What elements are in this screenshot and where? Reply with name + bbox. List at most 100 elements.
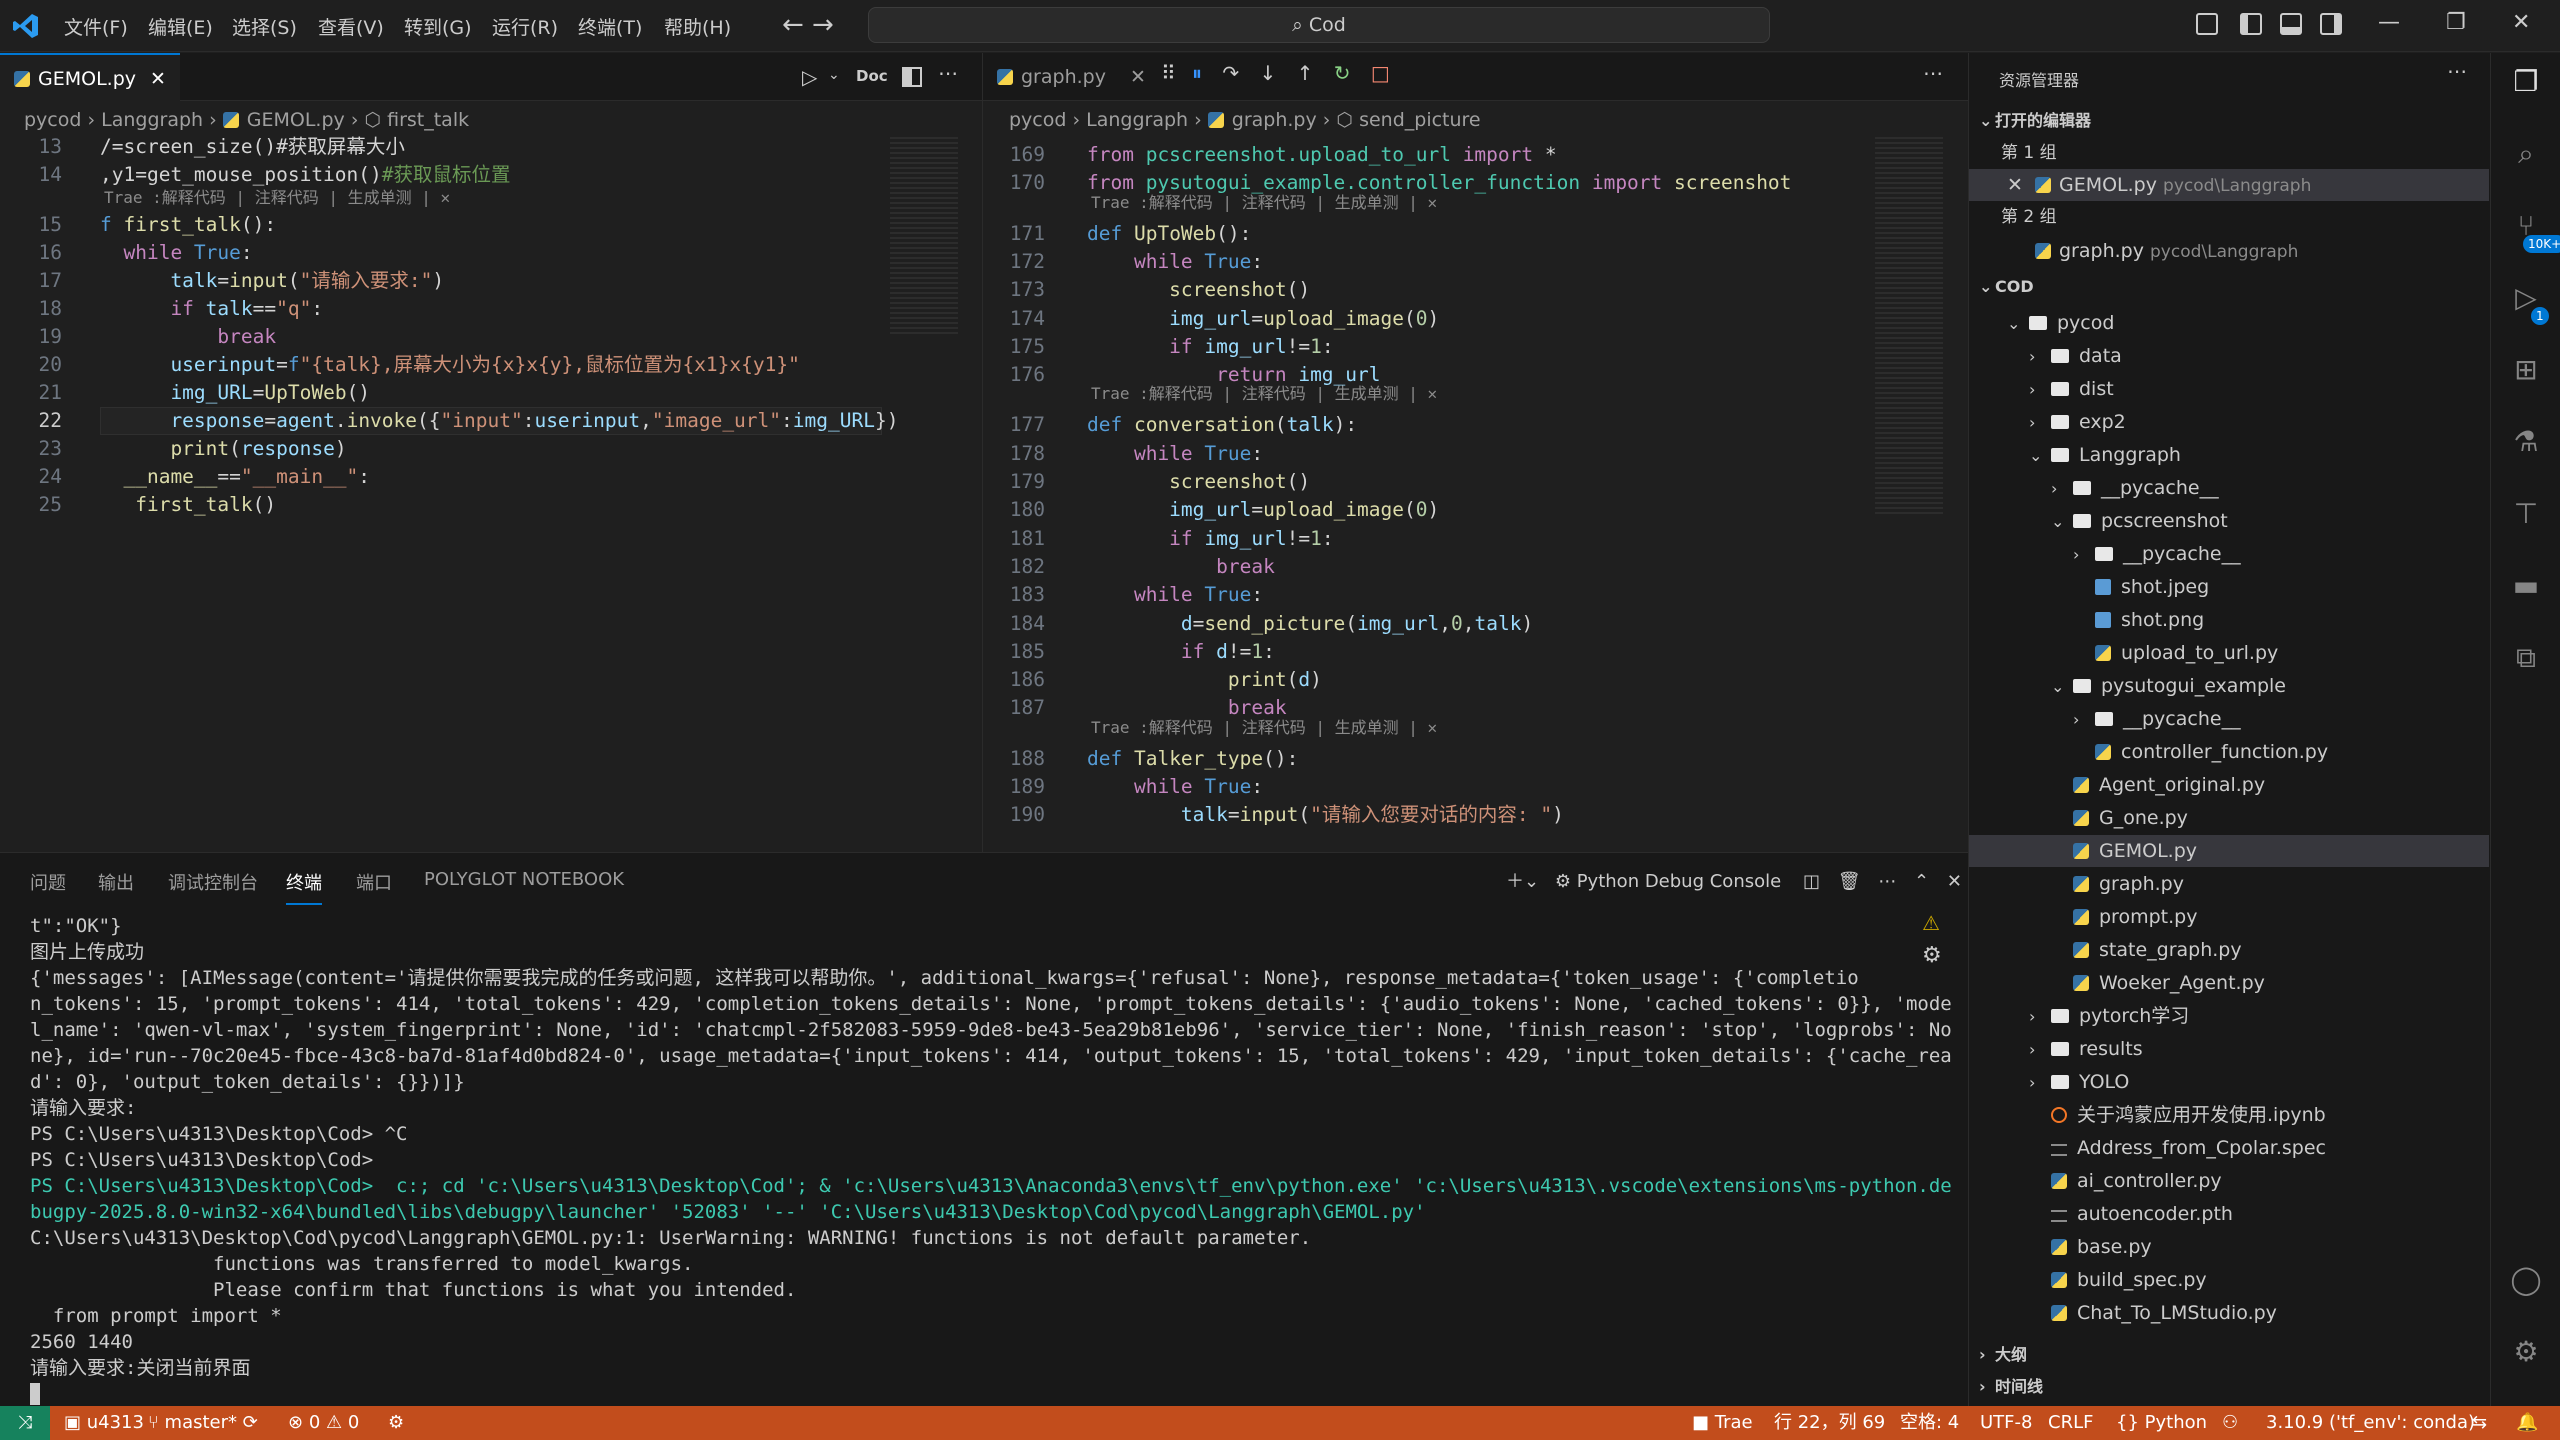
pause-icon[interactable]: ⏸ bbox=[1192, 61, 1202, 85]
tree-file[interactable]: shot.jpeg bbox=[1969, 571, 2209, 603]
tree-folder[interactable]: ⌄ pcscreenshot bbox=[1969, 505, 2228, 537]
doc-button[interactable]: Doc bbox=[856, 67, 888, 85]
command-center-search[interactable]: ⌕ Cod bbox=[868, 7, 1770, 43]
outline-header[interactable]: › 大纲 bbox=[1979, 1339, 2027, 1371]
step-out-icon[interactable]: ↑ bbox=[1297, 61, 1314, 85]
menu-item[interactable]: 选择(S) bbox=[232, 13, 297, 40]
menu-item[interactable]: 终端(T) bbox=[578, 13, 642, 40]
open-editor-graph[interactable]: graph.py pycod\Langgraph bbox=[2035, 235, 2298, 267]
remote-explorer-icon[interactable]: ⊤ bbox=[2509, 497, 2543, 531]
breadcrumb-item[interactable]: Langgraph bbox=[1086, 109, 1188, 131]
indentation[interactable]: 空格: 4 bbox=[1900, 1406, 1959, 1440]
customize-layout-icon[interactable] bbox=[2196, 13, 2218, 35]
new-terminal-icon[interactable]: ＋⌄ bbox=[1506, 871, 1539, 892]
cursor-position[interactable]: 行 22，列 69 bbox=[1774, 1406, 1885, 1440]
run-icon[interactable]: ▷ bbox=[802, 65, 817, 89]
trae-codelens-hint[interactable]: Trae :解释代码 | 注释代码 | 生成单测 | ✕ bbox=[1091, 383, 1437, 405]
toggle-panel-icon[interactable] bbox=[2280, 13, 2302, 35]
debug-icon[interactable]: ⚙ bbox=[1922, 943, 1942, 968]
extensions-icon[interactable]: ⊞ bbox=[2509, 353, 2543, 387]
extension-panel-icon[interactable]: ⧉ bbox=[2509, 641, 2543, 675]
trae-status[interactable]: ■ Trae bbox=[1692, 1406, 1753, 1440]
tree-folder[interactable]: ⌄ pysutogui_example bbox=[1969, 670, 2286, 702]
more-actions-icon[interactable]: ⋯ bbox=[1923, 61, 1943, 85]
tree-file[interactable]: base.py bbox=[1969, 1231, 2152, 1263]
search-icon[interactable]: ⌕ bbox=[2509, 137, 2543, 171]
tree-file[interactable]: G_one.py bbox=[1969, 802, 2188, 834]
branch-status[interactable]: ⑂ master* ⟳ bbox=[148, 1406, 258, 1440]
step-over-icon[interactable]: ↷ bbox=[1222, 61, 1239, 85]
menu-item[interactable]: 文件(F) bbox=[64, 13, 128, 40]
split-editor-icon[interactable] bbox=[902, 67, 922, 87]
trae-codelens-hint[interactable]: Trae :解释代码 | 注释代码 | 生成单测 | ✕ bbox=[104, 187, 450, 209]
python-interpreter[interactable]: 3.10.9 ('tf_env': conda) bbox=[2266, 1406, 2475, 1440]
problems-status[interactable]: ⊗ 0 ⚠ 0 bbox=[288, 1406, 359, 1440]
toggle-primary-sidebar-icon[interactable] bbox=[2240, 13, 2262, 35]
restart-icon[interactable]: ↻ bbox=[1334, 61, 1351, 85]
tree-file[interactable]: GEMOL.py bbox=[1969, 835, 2489, 867]
open-editors-header[interactable]: ⌄ 打开的编辑器 bbox=[1979, 105, 2091, 137]
split-terminal-icon[interactable]: ◫ bbox=[1803, 871, 1820, 892]
remote-icon[interactable]: ⇆ bbox=[2472, 1406, 2487, 1440]
breadcrumb-item[interactable]: graph.py bbox=[1232, 109, 1317, 131]
tree-file[interactable]: build_spec.py bbox=[1969, 1264, 2207, 1296]
panel-tab[interactable]: 输出 bbox=[98, 869, 134, 895]
close-tab-icon[interactable]: ✕ bbox=[150, 68, 166, 90]
remote-indicator-icon[interactable]: ⤨ bbox=[0, 1406, 50, 1440]
maximize-panel-icon[interactable]: ⌃ bbox=[1914, 871, 1929, 892]
tree-folder[interactable]: › YOLO bbox=[1969, 1066, 2129, 1098]
drag-handle-icon[interactable]: ⠿ bbox=[1161, 61, 1176, 85]
menu-item[interactable]: 帮助(H) bbox=[664, 13, 731, 40]
tree-file[interactable]: shot.png bbox=[1969, 604, 2204, 636]
toggle-secondary-sidebar-icon[interactable] bbox=[2320, 13, 2342, 35]
tree-file[interactable]: graph.py bbox=[1969, 868, 2184, 900]
copilot-icon[interactable]: ⚇ bbox=[2222, 1406, 2238, 1440]
encoding[interactable]: UTF-8 bbox=[1980, 1406, 2032, 1440]
breadcrumb-item[interactable]: pycod bbox=[1009, 109, 1066, 131]
user-status[interactable]: ▣ u4313 bbox=[64, 1406, 144, 1440]
kill-terminal-icon[interactable]: 🗑 bbox=[1838, 871, 1861, 892]
tree-folder[interactable]: › results bbox=[1969, 1033, 2143, 1065]
tree-file[interactable]: prompt.py bbox=[1969, 901, 2197, 933]
close-panel-icon[interactable]: ✕ bbox=[1947, 871, 1962, 892]
tree-folder[interactable]: ⌄ Langgraph bbox=[1969, 439, 2181, 471]
menu-item[interactable]: 编辑(E) bbox=[148, 13, 213, 40]
menu-item[interactable]: 转到(G) bbox=[404, 13, 472, 40]
panel-tab[interactable]: 调试控制台 bbox=[168, 869, 258, 895]
end-of-line[interactable]: CRLF bbox=[2048, 1406, 2093, 1440]
close-tab-icon[interactable]: ✕ bbox=[1130, 66, 1146, 88]
tab-graph[interactable]: graph.py ✕ bbox=[983, 53, 1160, 101]
debug-status-icon[interactable]: ⚙ bbox=[388, 1406, 404, 1440]
timeline-header[interactable]: › 时间线 bbox=[1979, 1371, 2043, 1403]
more-actions-icon[interactable]: ⋯ bbox=[2447, 59, 2467, 83]
panel-tab[interactable]: 终端 bbox=[286, 869, 322, 905]
tree-file[interactable]: state_graph.py bbox=[1969, 934, 2242, 966]
panel-tab[interactable]: 问题 bbox=[30, 869, 66, 895]
tree-folder[interactable]: › exp2 bbox=[1969, 406, 2126, 438]
restore-icon[interactable]: ❐ bbox=[2446, 10, 2466, 35]
tree-file[interactable]: Agent_original.py bbox=[1969, 769, 2265, 801]
account-icon[interactable]: ◯ bbox=[2509, 1263, 2543, 1297]
close-icon[interactable]: ✕ bbox=[2007, 174, 2029, 196]
step-into-icon[interactable]: ↓ bbox=[1260, 61, 1277, 85]
tree-folder[interactable]: › __pycache__ bbox=[1969, 538, 2241, 570]
panel-tab[interactable]: POLYGLOT NOTEBOOK bbox=[424, 869, 624, 890]
tree-folder[interactable]: › __pycache__ bbox=[1969, 703, 2241, 735]
open-editor-gemol[interactable]: ✕ GEMOL.py pycod\Langgraph bbox=[1969, 169, 2489, 201]
run-dropdown-icon[interactable]: ⌄ bbox=[828, 67, 840, 83]
tree-file[interactable]: controller_function.py bbox=[1969, 736, 2328, 768]
trae-codelens-hint[interactable]: Trae :解释代码 | 注释代码 | 生成单测 | ✕ bbox=[1091, 192, 1437, 214]
testing-icon[interactable]: ⚗ bbox=[2509, 425, 2543, 459]
tree-file[interactable]: Woeker_Agent.py bbox=[1969, 967, 2265, 999]
menu-item[interactable]: 运行(R) bbox=[492, 13, 558, 40]
minimap[interactable] bbox=[1875, 137, 1943, 517]
close-icon[interactable]: ✕ bbox=[2512, 10, 2530, 35]
tab-gemol[interactable]: GEMOL.py ✕ bbox=[0, 53, 180, 101]
workspace-header[interactable]: ⌄ COD bbox=[1979, 271, 2034, 303]
minimize-icon[interactable]: — bbox=[2378, 10, 2400, 35]
tree-folder[interactable]: › __pycache__ bbox=[1969, 472, 2219, 504]
breadcrumb-item[interactable]: Langgraph bbox=[101, 109, 203, 131]
tree-folder[interactable]: ⌄ pycod bbox=[1969, 307, 2114, 339]
tree-folder[interactable]: › dist bbox=[1969, 373, 2114, 405]
breadcrumb-item[interactable]: GEMOL.py bbox=[247, 109, 345, 131]
